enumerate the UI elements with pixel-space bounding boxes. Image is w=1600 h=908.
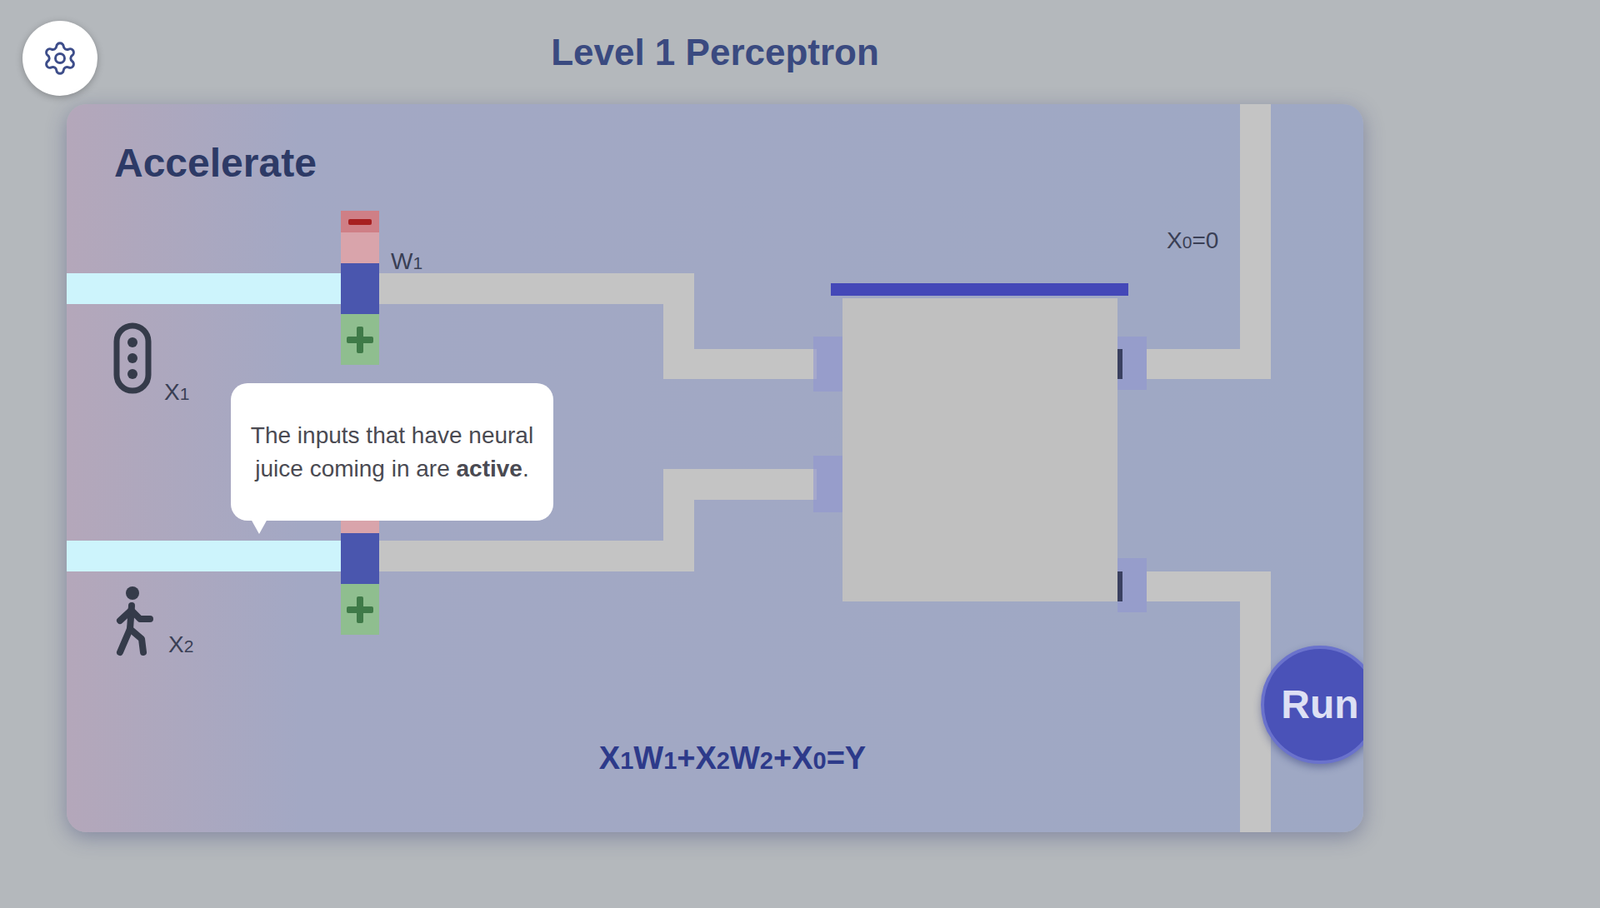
tooltip-tail — [250, 519, 268, 535]
perceptron-lid — [830, 283, 1129, 296]
output-connector — [1117, 558, 1147, 613]
pipe — [379, 273, 695, 305]
perceptron-body — [842, 298, 1118, 602]
level-title: Level 1 Perceptron — [550, 25, 880, 80]
settings-button[interactable] — [22, 20, 98, 96]
pedestrian-icon — [110, 585, 157, 658]
equation: X1W1+X2W2+X0=Y — [482, 735, 983, 783]
plus-icon — [346, 326, 374, 354]
traffic-light-icon — [113, 322, 152, 395]
app: Level 1 Perceptron Accelerate W1 X1 X2 X0=0 X1… — [0, 0, 1600, 908]
input-label: X2 — [168, 627, 194, 663]
weight-value-block[interactable] — [340, 533, 380, 585]
increase-weight-button[interactable] — [340, 584, 380, 635]
input-channel — [66, 273, 341, 305]
pipe — [1240, 104, 1271, 380]
gear-icon — [41, 40, 79, 77]
pipe — [379, 540, 695, 572]
game-area: Level 1 Perceptron Accelerate W1 X1 X2 X0=0 X1… — [66, 0, 1364, 833]
level-card: Accelerate W1 X1 X2 X0=0 X1W1+X2W2+X0=Y Run The… — [66, 104, 1364, 833]
increase-weight-button[interactable] — [340, 314, 380, 365]
pipe — [663, 349, 817, 380]
weight-label: W1 — [390, 244, 423, 280]
weight-value-block[interactable] — [340, 263, 380, 315]
level-name: Accelerate — [114, 133, 317, 194]
run-button[interactable]: Run — [1260, 645, 1364, 765]
bias-label: X0=0 — [1166, 223, 1219, 259]
input-label: X1 — [164, 375, 190, 410]
plus-icon — [346, 596, 374, 624]
minus-icon — [348, 219, 372, 225]
decrease-weight-button[interactable] — [340, 210, 380, 264]
input-connector — [813, 336, 843, 392]
header: Level 1 Perceptron — [66, 0, 1364, 105]
output-connector — [1117, 336, 1147, 390]
weight-slider[interactable]: W1 — [340, 210, 380, 365]
tooltip: The inputs that have neural juice coming… — [230, 383, 554, 521]
pipe — [663, 469, 817, 500]
input-channel — [66, 540, 341, 572]
input-connector — [813, 455, 843, 513]
